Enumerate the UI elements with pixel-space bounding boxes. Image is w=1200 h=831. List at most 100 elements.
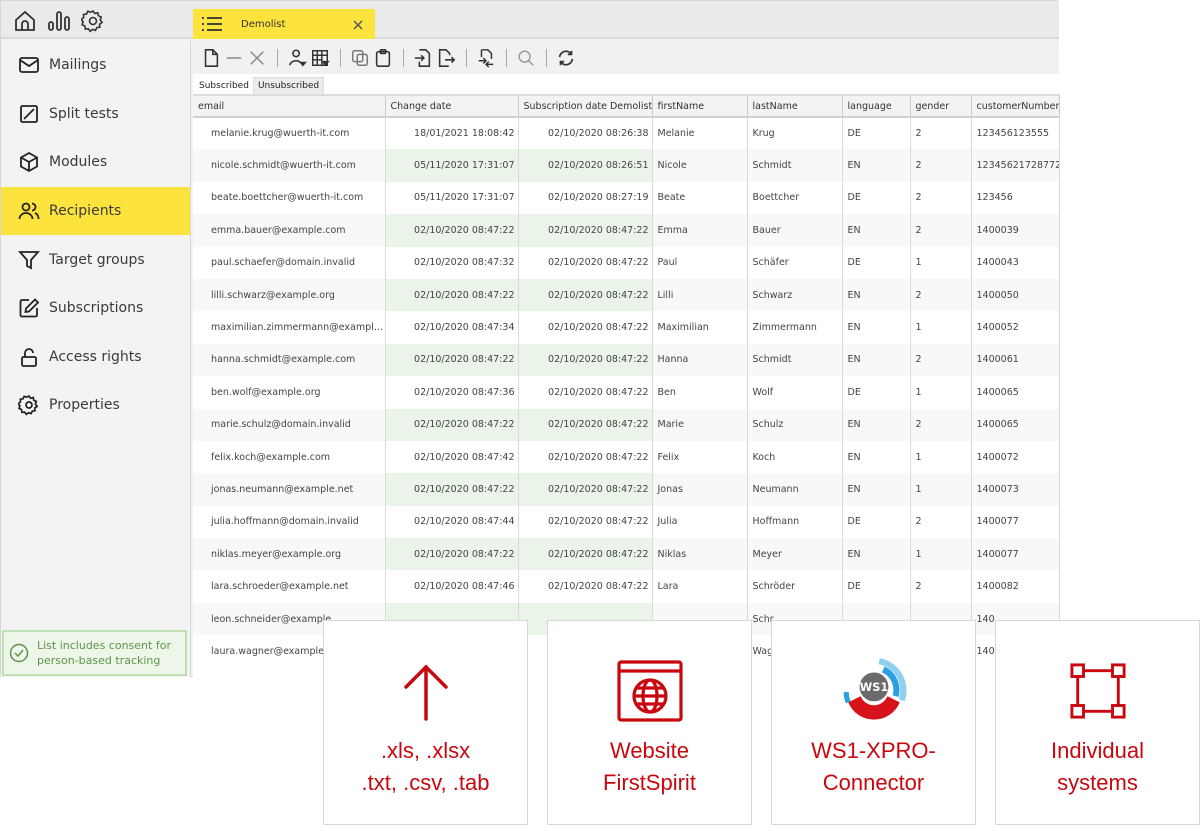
upload-arrow-icon <box>386 651 466 731</box>
cell-customer-number: 1400039 <box>971 214 1060 247</box>
copy-icon[interactable] <box>349 47 371 69</box>
cell-change-date: 02/10/2020 08:47:22 <box>385 214 519 247</box>
table-row[interactable]: niklas.meyer@example.org 02/10/2020 08:47… <box>193 538 1060 571</box>
table-row[interactable]: emma.bauer@example.com 02/10/2020 08:47:2… <box>193 214 1060 247</box>
cell-change-date: 02/10/2020 08:47:22 <box>385 538 519 571</box>
list-menu-icon[interactable] <box>201 14 223 34</box>
import-icon[interactable] <box>412 47 434 69</box>
delete-icon[interactable] <box>246 47 268 69</box>
cell-change-date: 02/10/2020 08:47:22 <box>385 278 519 312</box>
table-row[interactable]: nicole.schmidt@wuerth-it.com 05/11/2020 1… <box>193 149 1060 182</box>
cell-change-date: 02/10/2020 08:47:42 <box>385 440 519 474</box>
cell-language: EN <box>842 440 911 474</box>
table-row[interactable]: paul.schaefer@domain.invalid 02/10/2020 0… <box>193 246 1060 279</box>
cell-gender: 2 <box>910 570 972 603</box>
cell-customer-number: 1400043 <box>971 246 1060 279</box>
cell-language: EN <box>842 343 911 377</box>
document-tab-demolist[interactable]: Demolist <box>193 9 375 39</box>
table-row[interactable]: lilli.schwarz@example.org 02/10/2020 08:4… <box>193 278 1060 312</box>
cell-first-name: Emma <box>652 214 748 247</box>
cell-last-name: Meyer <box>747 538 843 571</box>
sidebar-item-access-rights[interactable]: Access rights <box>1 333 190 382</box>
cell-first-name: Ben <box>652 376 748 409</box>
table-row[interactable]: melanie.krug@wuerth-it.com 18/01/2021 18:… <box>193 117 1060 150</box>
table-row[interactable]: lara.schroeder@example.net 02/10/2020 08:… <box>193 570 1060 603</box>
sidebar-item-modules[interactable]: Modules <box>1 138 190 187</box>
cell-language: DE <box>842 181 911 215</box>
table-row[interactable]: beate.boettcher@wuerth-it.com 05/11/2020 … <box>193 181 1060 215</box>
table-row[interactable]: jonas.neumann@example.net 02/10/2020 08:4… <box>193 473 1060 506</box>
table-row[interactable]: hanna.schmidt@example.com 02/10/2020 08:4… <box>193 343 1060 377</box>
tab-unsubscribed[interactable]: Unsubscribed <box>252 77 325 94</box>
home-icon[interactable] <box>13 9 37 33</box>
search-icon[interactable] <box>515 47 537 69</box>
cell-gender: 2 <box>910 505 972 539</box>
column-header-email[interactable]: email <box>193 94 386 118</box>
cell-change-date: 05/11/2020 17:31:07 <box>385 149 519 182</box>
refresh-icon[interactable] <box>555 47 577 69</box>
toolbar-separator <box>546 48 547 67</box>
cell-first-name: Melanie <box>652 117 748 150</box>
column-header-last-name[interactable]: lastName <box>747 94 843 118</box>
import-card-ws1-connector[interactable]: WS1 WS1-XPRO- Connector <box>771 620 976 825</box>
cell-email: ben.wolf@example.org <box>193 376 386 409</box>
cell-email: lara.schroeder@example.net <box>193 570 386 603</box>
sidebar-item-subscriptions[interactable]: Subscriptions <box>1 284 190 333</box>
sidebar-item-label: Recipients <box>49 203 122 220</box>
column-header-change-date[interactable]: Change date <box>385 94 519 118</box>
cell-last-name: Schmidt <box>747 149 843 182</box>
cell-gender: 2 <box>910 343 972 377</box>
columns-icon[interactable] <box>309 47 331 69</box>
import-card-website[interactable]: Website FirstSpirit <box>547 620 752 825</box>
user-filter-icon[interactable] <box>286 47 308 69</box>
column-header-gender[interactable]: gender <box>910 94 972 118</box>
import-card-individual-systems[interactable]: Individual systems <box>995 620 1200 825</box>
new-icon[interactable] <box>200 47 222 69</box>
cell-first-name: Jonas <box>652 473 748 506</box>
cell-gender: 1 <box>910 538 972 571</box>
close-tab-icon[interactable] <box>351 17 365 31</box>
table-row[interactable]: marie.schulz@domain.invalid 02/10/2020 08… <box>193 408 1060 441</box>
cell-first-name: Nicole <box>652 149 748 182</box>
cell-last-name: Koch <box>747 440 843 474</box>
cell-email: lilli.schwarz@example.org <box>193 278 386 312</box>
table-row[interactable]: julia.hoffmann@domain.invalid 02/10/2020 … <box>193 505 1060 539</box>
column-header-first-name[interactable]: firstName <box>652 94 748 118</box>
bar-chart-icon[interactable] <box>47 9 71 33</box>
cell-first-name: Beate <box>652 181 748 215</box>
cell-subscription-date: 02/10/2020 08:47:22 <box>518 473 653 506</box>
gear-icon[interactable] <box>80 9 105 33</box>
cell-last-name: Schwarz <box>747 278 843 312</box>
table-row[interactable]: ben.wolf@example.org 02/10/2020 08:47:36 0… <box>193 376 1060 409</box>
cell-language: DE <box>842 505 911 539</box>
table-row[interactable]: felix.koch@example.com 02/10/2020 08:47:4… <box>193 440 1060 474</box>
cell-gender: 2 <box>910 117 972 150</box>
sidebar-item-split-tests[interactable]: Split tests <box>1 90 190 139</box>
column-header-language[interactable]: language <box>842 94 911 118</box>
cell-change-date: 02/10/2020 08:47:22 <box>385 343 519 377</box>
cell-email: beate.boettcher@wuerth-it.com <box>193 181 386 215</box>
cell-first-name: Hanna <box>652 343 748 377</box>
column-header-customer-number[interactable]: customerNumber <box>971 94 1060 118</box>
sync-icon[interactable] <box>475 47 497 69</box>
cell-first-name: Felix <box>652 440 748 474</box>
cell-email: emma.bauer@example.com <box>193 214 386 247</box>
remove-icon[interactable] <box>223 47 245 69</box>
cell-customer-number: 12345621728772 <box>971 149 1060 182</box>
tab-subscribed[interactable]: Subscribed <box>195 78 253 94</box>
cell-language: DE <box>842 117 911 150</box>
sidebar-item-recipients[interactable]: Recipients <box>1 186 190 236</box>
cell-subscription-date: 02/10/2020 08:47:22 <box>518 538 653 571</box>
sidebar-item-target-groups[interactable]: Target groups <box>1 235 190 284</box>
table-row[interactable]: maximilian.zimmermann@example... 02/10/20… <box>193 311 1060 344</box>
cell-customer-number: 1400050 <box>971 278 1060 312</box>
column-header-subscription-date[interactable]: Subscription date Demolist <box>518 94 653 118</box>
sidebar-item-properties[interactable]: Properties <box>1 381 190 430</box>
paste-icon[interactable] <box>372 47 394 69</box>
export-icon[interactable] <box>435 47 457 69</box>
sidebar-item-mailings[interactable]: Mailings <box>1 41 190 90</box>
cell-last-name: Schröder <box>747 570 843 603</box>
cell-gender: 1 <box>910 311 972 344</box>
cell-subscription-date: 02/10/2020 08:47:22 <box>518 278 653 312</box>
import-card-files[interactable]: .xls, .xlsx .txt, .csv, .tab <box>323 620 528 825</box>
